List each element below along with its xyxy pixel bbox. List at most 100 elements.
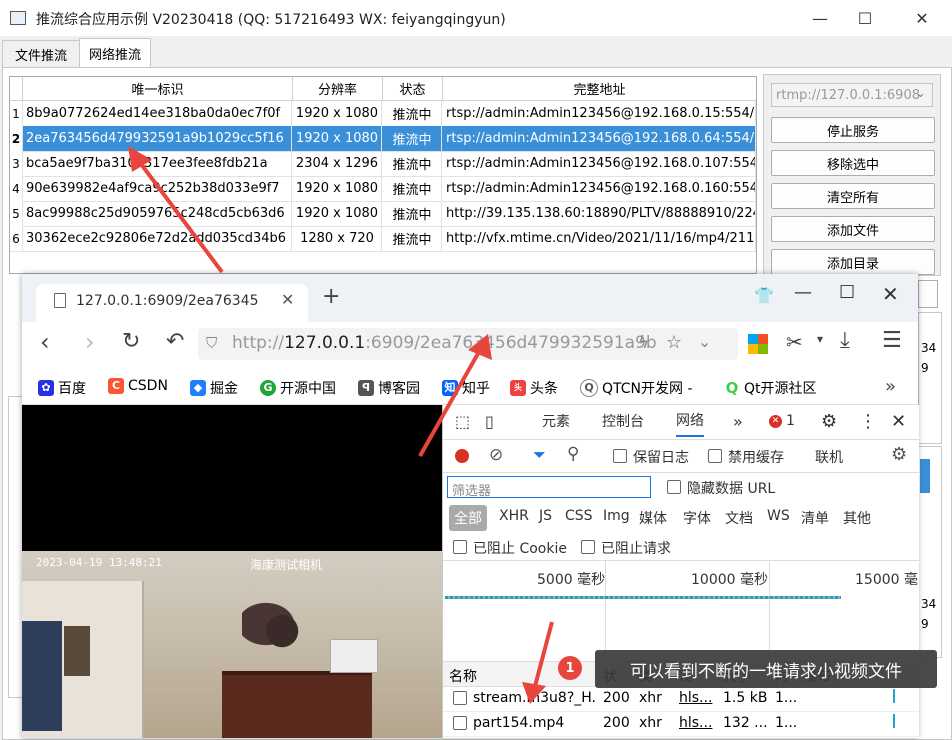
table-row[interactable]: 4 90e639982e4af9ca9c252b38d033e9f7 1920 x … [10, 176, 756, 202]
bookmark-zhihu[interactable]: 知知乎 [442, 378, 490, 398]
cell-url: http://vfx.mtime.cn/Video/2021/11/16/mp4… [443, 226, 756, 251]
device-icon[interactable]: ▯ [485, 405, 494, 437]
column-header-resolution[interactable]: 分辨率 [293, 77, 383, 101]
bookmark-qt-community[interactable]: Q Qt开源社区 [724, 378, 817, 398]
kebab-menu-icon[interactable]: ⋮ [859, 405, 877, 437]
close-devtools-icon[interactable]: ✕ [891, 405, 906, 437]
filter-ws[interactable]: WS [767, 508, 790, 524]
request-initiator[interactable]: hls... [679, 715, 719, 731]
filter-img[interactable]: Img [603, 508, 630, 524]
filter-icon[interactable]: ⏷ [533, 445, 546, 465]
cell-resolution: 1920 x 1080 [293, 101, 382, 126]
zhihu-icon: 知 [442, 380, 458, 396]
chevron-down-icon[interactable]: ▾ [817, 332, 823, 346]
column-header-status[interactable]: 状态 [383, 77, 443, 101]
request-row[interactable]: part154.mp4 200 xhr hls... 132 ... 1... [443, 711, 919, 737]
close-icon[interactable]: ✕ [882, 282, 899, 306]
request-initiator[interactable]: hls... [679, 690, 719, 706]
browser-tab[interactable]: 127.0.0.1:6909/2ea76345 ✕ [36, 284, 308, 322]
table-row[interactable]: 1 8b9a0772624ed14ee318ba0da0ec7f0f 1920 x … [10, 101, 756, 127]
gear-icon[interactable]: ⚙ [821, 405, 837, 437]
bookmark-juejin[interactable]: ◆ 掘金 [190, 378, 238, 398]
preserve-log-checkbox[interactable]: 保留日志 [613, 447, 689, 467]
remove-selected-button[interactable]: 移除选中 [771, 150, 935, 176]
download-icon[interactable]: ⤓ [840, 328, 850, 353]
request-checkbox[interactable] [453, 716, 467, 730]
close-tab-icon[interactable]: ✕ [281, 290, 294, 309]
hide-data-url-checkbox[interactable]: 隐藏数据 URL [667, 478, 775, 498]
address-bar[interactable]: ⛉ http://127.0.0.1:6909/2ea763456d479932… [198, 328, 738, 360]
table-row[interactable]: 3 bca5ae9f7ba3100317ee3fee8fdb21a 2304 x 1… [10, 151, 756, 177]
add-directory-button[interactable]: 添加目录 [771, 249, 935, 275]
push-url-combo[interactable]: rtmp://127.0.0.1:6908 ⌄ [771, 83, 933, 107]
tab-elements[interactable]: 元素 [542, 405, 570, 437]
close-button[interactable]: ✕ [897, 0, 947, 36]
row-number: 4 [10, 176, 23, 201]
request-name: part154.mp4 [473, 715, 565, 731]
forward-icon[interactable]: › [85, 328, 95, 356]
minimize-icon[interactable]: — [794, 282, 812, 303]
column-header-id[interactable]: 唯一标识 [23, 77, 293, 101]
error-badge[interactable]: ✕ 1 [769, 405, 795, 437]
table-row[interactable]: 2 2ea763456d479932591a9b1029cc5f16 1920 x … [10, 126, 756, 152]
disable-cache-checkbox[interactable]: 禁用缓存 [708, 447, 784, 467]
filter-other[interactable]: 其他 [843, 508, 871, 528]
inspect-icon[interactable]: ⬚ [455, 405, 470, 437]
table-row[interactable]: 6 30362ece2c92806e72d2add035cd34b6 1280 x … [10, 226, 756, 252]
lightning-icon[interactable]: ϟ [638, 333, 649, 353]
request-row[interactable]: stream.m3u8?_H... 200 xhr hls... 1.5 kB 1... [443, 686, 919, 712]
scissors-icon[interactable]: ✂ [786, 330, 803, 354]
filter-css[interactable]: CSS [565, 508, 593, 524]
chevron-down-icon[interactable]: ⌄ [698, 332, 711, 351]
reload-icon[interactable]: ↻ [122, 329, 140, 354]
cell-resolution: 1920 x 1080 [293, 201, 382, 226]
filter-font[interactable]: 字体 [683, 508, 711, 528]
filter-js[interactable]: JS [539, 508, 552, 524]
new-tab-icon[interactable]: + [322, 284, 340, 309]
bookmarks-more[interactable]: » [885, 376, 896, 397]
column-header-url[interactable]: 完整地址 [443, 77, 756, 101]
annotation-badge: 1 [558, 656, 582, 680]
search-icon[interactable]: ⚲ [567, 444, 579, 464]
add-file-button[interactable]: 添加文件 [771, 216, 935, 242]
tab-network[interactable]: 网络 [676, 405, 704, 437]
filter-xhr[interactable]: XHR [499, 508, 529, 524]
bookmark-cnblogs[interactable]: ꟼ 博客园 [358, 378, 420, 398]
column-header-name[interactable]: 名称 [449, 666, 477, 686]
clear-all-button[interactable]: 清空所有 [771, 183, 935, 209]
microsoft-icon[interactable] [748, 334, 768, 354]
bookmark-qtcn[interactable]: Q QTCN开发网 - [580, 378, 693, 398]
menu-icon[interactable]: ☰ [882, 328, 902, 353]
back-icon[interactable]: ‹ [40, 328, 50, 356]
devtools-more-tabs[interactable]: » [733, 405, 743, 437]
request-status: 200 [603, 715, 630, 731]
stop-service-button[interactable]: 停止服务 [771, 117, 935, 143]
shirt-icon[interactable]: 👕 [754, 286, 774, 305]
tab-file-push[interactable]: 文件推流 [2, 40, 80, 67]
filter-manifest[interactable]: 清单 [801, 508, 829, 528]
request-checkbox[interactable] [453, 691, 467, 705]
filter-input[interactable]: 筛选器 [447, 476, 651, 499]
blocked-requests-checkbox[interactable]: 已阻止请求 [581, 538, 671, 558]
throttling-select[interactable]: 联机 [815, 447, 843, 467]
resource-type-filters: 全部 XHR JS CSS Img 媒体 字体 文档 WS 清单 其他 [443, 503, 919, 531]
maximize-icon[interactable]: ☐ [839, 282, 855, 303]
filter-doc[interactable]: 文档 [725, 508, 753, 528]
maximize-button[interactable]: ☐ [840, 0, 890, 36]
bookmark-baidu[interactable]: ✿ 百度 [38, 378, 86, 398]
filter-media[interactable]: 媒体 [639, 508, 667, 528]
table-row[interactable]: 5 8ac99988c25d9059765c248cd5cb63d6 1920 x … [10, 201, 756, 227]
record-icon[interactable] [455, 449, 469, 463]
filter-all[interactable]: 全部 [449, 505, 487, 531]
blocked-cookies-checkbox[interactable]: 已阻止 Cookie [453, 538, 567, 558]
bookmark-toutiao[interactable]: 头头条 [510, 378, 558, 398]
tab-console[interactable]: 控制台 [602, 405, 644, 437]
tab-network-push[interactable]: 网络推流 [79, 38, 151, 67]
gear-icon[interactable]: ⚙ [891, 444, 907, 465]
bookmark-csdn[interactable]: C CSDN [108, 378, 168, 394]
star-icon[interactable]: ☆ [666, 332, 682, 353]
bookmark-oschina[interactable]: G 开源中国 [260, 378, 336, 398]
minimize-button[interactable]: — [795, 0, 845, 36]
clear-icon[interactable]: ⊘ [489, 445, 503, 465]
undo-icon[interactable]: ↶ [166, 329, 184, 354]
